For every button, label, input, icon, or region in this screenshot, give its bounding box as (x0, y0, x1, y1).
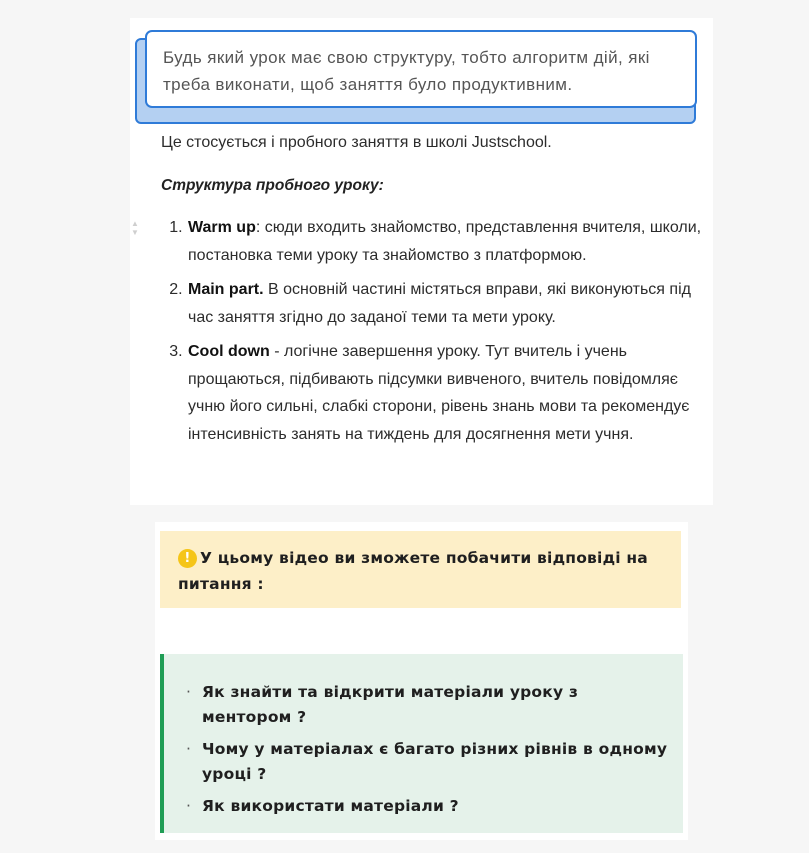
step-term: Main part. (188, 281, 264, 298)
question-text: Чому у матеріалах є багато різних рівнів… (202, 740, 668, 783)
questions-list: · Як знайти та відкрити матеріали уроку з… (186, 680, 673, 819)
bullet: · (186, 797, 192, 815)
step-text: : сюди входить знайомство, представлення… (188, 219, 702, 264)
article-card: Будь який урок має свою структуру, тобто… (130, 18, 713, 505)
video-note-text: У цьому відео ви зможете побачити відпов… (178, 549, 648, 593)
bullet: · (186, 683, 192, 701)
step-term: Cool down (188, 343, 270, 360)
question-text: Як знайти та відкрити матеріали уроку з … (202, 683, 579, 726)
lesson-structure-list: Warm up: сюди входить знайомство, предст… (166, 214, 717, 455)
list-item: Warm up: сюди входить знайомство, предст… (187, 214, 717, 269)
callout: Будь який урок має свою структуру, тобто… (135, 30, 703, 124)
questions-box: · Як знайти та відкрити матеріали уроку з… (160, 654, 683, 833)
list-item: Cool down - логічне завершення уроку. Ту… (187, 338, 717, 448)
video-note-banner: ! У цьому відео ви зможете побачити відпо… (160, 531, 681, 608)
reorder-arrows-icon[interactable]: ▲ ▼ (130, 218, 140, 238)
step-term: Warm up (188, 219, 256, 236)
intro-paragraph: Це стосується і пробного заняття в школі… (161, 134, 552, 151)
list-item: · Як використати матеріали ? (186, 794, 673, 819)
callout-text: Будь який урок має свою структуру, тобто… (145, 30, 697, 108)
structure-heading: Структура пробного уроку: (161, 177, 384, 194)
list-item: Main part. В основній частині містяться … (187, 276, 717, 331)
question-text: Як використати матеріали ? (202, 797, 459, 815)
warning-icon: ! (178, 549, 197, 568)
video-card: ! У цьому відео ви зможете побачити відпо… (155, 522, 688, 840)
list-item: · Чому у матеріалах є багато різних рівні… (186, 737, 673, 787)
bullet: · (186, 740, 192, 758)
step-text: В основній частині містяться вправи, які… (188, 281, 691, 326)
list-item: · Як знайти та відкрити матеріали уроку з… (186, 680, 673, 730)
